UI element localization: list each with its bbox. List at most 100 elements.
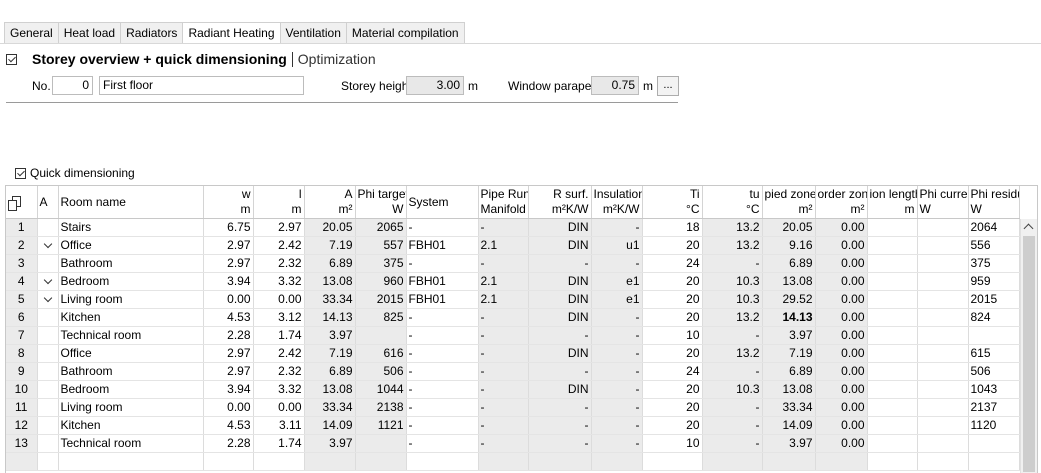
storey-no-field[interactable]: 0 [52,76,93,95]
more-options-button[interactable]: ... [657,76,679,96]
cell-col0[interactable]: 8 [6,344,38,363]
cell-phi-residu[interactable]: 824 [968,308,1020,327]
cell-pied-zone[interactable]: 29.52 [762,290,816,309]
cell-ion-length[interactable] [867,254,918,273]
cell-pied-zone[interactable]: 6.89 [762,362,816,381]
cell-phi-target[interactable]: 557 [355,236,407,255]
col-header-5[interactable]: Am² [304,186,356,219]
cell-col0[interactable]: 11 [6,398,38,417]
cell-r-surf-[interactable]: - [528,362,592,381]
cell-phi-curren[interactable] [917,434,969,453]
cell-phi-target[interactable]: 2015 [355,290,407,309]
cell-tu[interactable]: 13.2 [702,218,763,237]
tab-material-compilation[interactable]: Material compilation [345,22,465,43]
cell-pipe-run-[interactable]: - [478,254,529,273]
cell-w[interactable]: 2.28 [203,326,254,345]
cell-ion-length[interactable] [867,344,918,363]
cell-l[interactable]: 3.11 [253,416,305,435]
cell-ti[interactable]: 20 [642,398,703,417]
table-row[interactable]: 1 Stairs 6.75 2.97 20.05 2065- - DIN -18 13.2 20.0… [6,218,1020,237]
cell-phi-target[interactable]: 506 [355,362,407,381]
cell-w[interactable]: 2.97 [203,344,254,363]
cell-order-zone[interactable]: 0.00 [815,416,868,435]
cell-pied-zone[interactable]: 6.89 [762,254,816,273]
cell-insulation[interactable]: - [591,398,643,417]
cell-order-zone[interactable]: 0.00 [815,434,868,453]
cell-phi-residu[interactable] [968,434,1020,453]
cell-pipe-run-[interactable]: - [478,362,529,381]
cell-w[interactable]: 2.97 [203,236,254,255]
cell-order-zone[interactable]: 0.00 [815,236,868,255]
cell-insulation[interactable]: - [591,416,643,435]
cell-pied-zone[interactable]: 33.34 [762,398,816,417]
cell-ion-length[interactable] [867,380,918,399]
cell-phi-curren[interactable] [917,380,969,399]
empty-cell[interactable] [355,452,407,471]
empty-cell[interactable] [968,452,1020,471]
cell-a[interactable]: 14.13 [304,308,356,327]
cell-phi-curren[interactable] [917,290,969,309]
cell-tu[interactable]: - [702,362,763,381]
cell-ti[interactable]: 24 [642,254,703,273]
cell-tu[interactable]: 10.3 [702,380,763,399]
cell-r-surf-[interactable]: - [528,434,592,453]
cell-w[interactable]: 6.75 [203,218,254,237]
cell-ion-length[interactable] [867,308,918,327]
cell-pipe-run-[interactable]: - [478,326,529,345]
cell-tu[interactable]: - [702,326,763,345]
cell-insulation[interactable]: - [591,380,643,399]
cell-system[interactable]: FBH01 [406,272,479,291]
cell-phi-residu[interactable]: 1120 [968,416,1020,435]
cell-phi-target[interactable]: 960 [355,272,407,291]
cell-phi-curren[interactable] [917,398,969,417]
empty-cell[interactable] [762,452,816,471]
cell-l[interactable]: 3.12 [253,308,305,327]
cell-pipe-run-[interactable]: - [478,344,529,363]
cell-system[interactable]: - [406,434,479,453]
col-header-2[interactable]: Room name [58,186,204,219]
cell-phi-residu[interactable]: 615 [968,344,1020,363]
cell-phi-residu[interactable]: 959 [968,272,1020,291]
table-row[interactable]: 10 Bedroom 3.94 3.32 13.08 1044- - DIN -20 10.3 13… [6,380,1020,399]
cell-tu[interactable]: - [702,254,763,273]
cell-phi-curren[interactable] [917,362,969,381]
cell-ion-length[interactable] [867,290,918,309]
cell-col0[interactable]: 3 [6,254,38,273]
vertical-scrollbar[interactable] [1020,219,1037,473]
copy-icon[interactable] [8,196,22,212]
cell-a[interactable] [37,362,59,381]
table-row[interactable]: 4 Bedroom 3.94 3.32 13.08 960 FBH01 2.1 DIN e1 20 1… [6,272,1020,291]
cell-phi-residu[interactable]: 2064 [968,218,1020,237]
cell-pied-zone[interactable]: 9.16 [762,236,816,255]
cell-phi-target[interactable] [355,326,407,345]
cell-ion-length[interactable] [867,218,918,237]
cell-pipe-run-[interactable]: - [478,218,529,237]
table-row[interactable]: 6 Kitchen 4.53 3.12 14.13 825- - DIN -20 13.2 14.1… [6,308,1020,327]
cell-a[interactable]: 14.09 [304,416,356,435]
tab-ventilation[interactable]: Ventilation [279,22,347,43]
cell-phi-curren[interactable] [917,326,969,345]
empty-cell[interactable] [478,452,529,471]
cell-col0[interactable]: 6 [6,308,38,327]
cell-system[interactable]: - [406,380,479,399]
col-header-11[interactable]: Ti °C [642,186,703,219]
cell-system[interactable]: - [406,398,479,417]
section-checkbox[interactable] [6,53,17,65]
tab-radiators[interactable]: Radiators [120,22,184,43]
cell-w[interactable]: 4.53 [203,416,254,435]
cell-col0[interactable]: 12 [6,416,38,435]
scroll-up-icon[interactable] [1023,223,1034,234]
cell-l[interactable]: 2.42 [253,344,305,363]
cell-phi-curren[interactable] [917,218,969,237]
cell-ti[interactable]: 20 [642,272,703,291]
cell-a[interactable]: 3.97 [304,434,356,453]
cell-room-name[interactable]: Office [58,236,204,255]
cell-a[interactable] [37,434,59,453]
cell-tu[interactable]: - [702,416,763,435]
cell-tu[interactable]: 13.2 [702,236,763,255]
cell-l[interactable]: 2.32 [253,362,305,381]
cell-phi-target[interactable]: 2065 [355,218,407,237]
cell-order-zone[interactable]: 0.00 [815,290,868,309]
col-header-7[interactable]: System [406,186,479,219]
cell-phi-target[interactable] [355,434,407,453]
